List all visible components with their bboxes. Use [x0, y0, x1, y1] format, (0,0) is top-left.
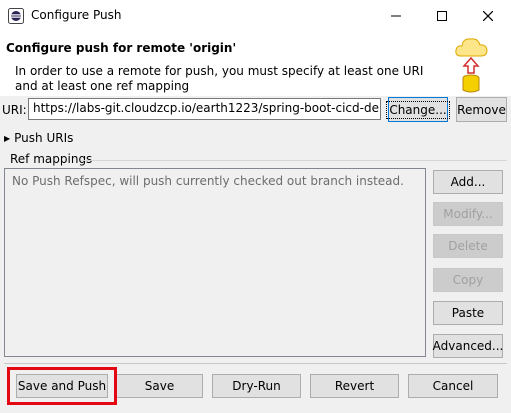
uri-field[interactable]: https://labs-git.cloudzcp.io/earth1223/s… [28, 98, 381, 120]
push-uris-toggle[interactable]: ▶ Push URIs [4, 131, 73, 145]
cancel-button[interactable]: Cancel [408, 374, 498, 398]
header-title: Configure push for remote 'origin' [6, 41, 237, 55]
push-uris-label: Push URIs [14, 131, 74, 145]
header-description: In order to use a remote for push, you m… [15, 64, 424, 93]
highlight-box [7, 367, 117, 405]
close-button[interactable] [465, 0, 511, 32]
change-uri-label: Change... [386, 100, 450, 119]
remove-uri-button[interactable]: Remove [456, 97, 507, 122]
advanced-button[interactable]: Advanced... [433, 334, 503, 358]
revert-button[interactable]: Revert [310, 374, 399, 398]
window-title: Configure Push [31, 8, 122, 22]
paste-refspec-button[interactable]: Paste [433, 301, 503, 325]
dialog-header: Configure push for remote 'origin' In or… [0, 32, 511, 96]
title-bar: Configure Push [0, 0, 511, 32]
delete-refspec-button[interactable]: Delete [433, 234, 503, 258]
ref-mappings-divider [82, 160, 507, 161]
minimize-button[interactable] [373, 0, 419, 32]
modify-refspec-button[interactable]: Modify... [433, 202, 503, 226]
cloud-push-icon [455, 38, 488, 93]
eclipse-icon [8, 8, 24, 24]
dry-run-button[interactable]: Dry-Run [212, 374, 301, 398]
maximize-button[interactable] [419, 0, 465, 32]
change-uri-button[interactable]: Change... [386, 97, 450, 122]
minimize-icon [391, 15, 401, 17]
save-button[interactable]: Save [116, 374, 203, 398]
footer-separator [4, 363, 507, 364]
ref-mappings-placeholder: No Push Refspec, will push currently che… [12, 174, 404, 188]
close-icon [483, 11, 493, 21]
ref-mappings-label: Ref mappings [10, 152, 93, 166]
copy-refspec-button[interactable]: Copy [433, 268, 503, 292]
expand-arrow-icon: ▶ [4, 133, 11, 143]
add-refspec-button[interactable]: Add... [433, 170, 503, 194]
maximize-icon [437, 11, 447, 21]
uri-label: URI: [2, 103, 27, 117]
ref-mappings-list[interactable]: No Push Refspec, will push currently che… [4, 168, 426, 357]
